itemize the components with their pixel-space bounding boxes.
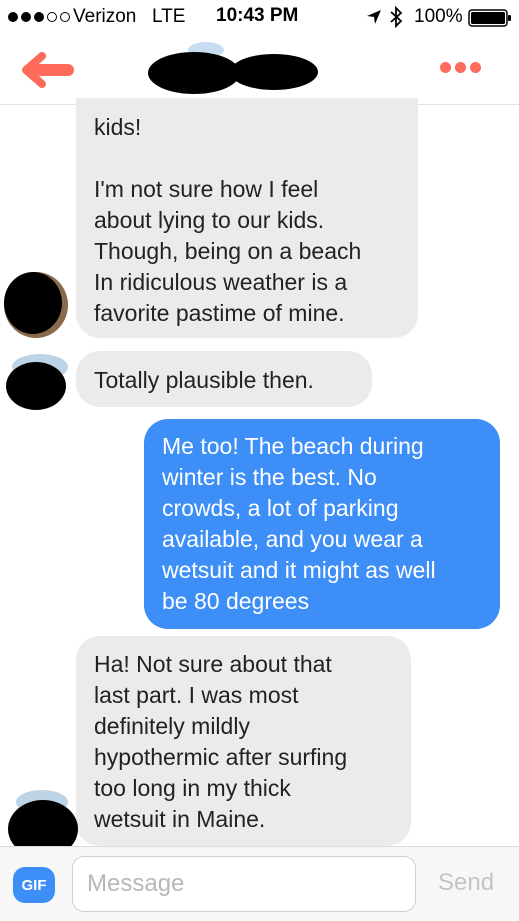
message-text: last part. I was most [94, 682, 299, 708]
gif-button[interactable]: GIF [13, 867, 55, 903]
message-text: wetsuit and it might as well [162, 557, 436, 583]
message-input[interactable] [72, 856, 416, 912]
message-text: winter is the best. No [162, 464, 377, 490]
bluetooth-icon [389, 5, 403, 34]
sender-avatar[interactable] [4, 272, 68, 338]
back-button[interactable] [22, 52, 74, 88]
message-text: about lying to our kids. [94, 207, 325, 233]
message-text: favorite pastime of mine. [94, 300, 345, 326]
match-avatar[interactable] [148, 42, 318, 94]
message-composer: GIF Send [0, 846, 519, 921]
message-text: kids! [94, 114, 142, 140]
status-time: 10:43 PM [216, 5, 299, 26]
message-text: Ha! Not sure about that [94, 651, 332, 677]
more-dots-icon [440, 62, 451, 73]
message-bubble-incoming: Ha! Not sure about that last part. I was… [76, 636, 411, 846]
location-arrow-icon [366, 9, 382, 31]
message-bubble-incoming: Totally plausible then. [76, 351, 372, 407]
message-text: wetsuit in Maine. [94, 806, 266, 832]
message-bubble-outgoing: Me too! The beach during winter is the b… [144, 419, 500, 629]
message-text: hypothermic after surfing [94, 744, 348, 770]
message-text: Me too! The beach during [162, 433, 424, 459]
send-button[interactable]: Send [438, 869, 494, 897]
message-bubble-incoming: kids! I'm not sure how I feel about lyin… [76, 98, 418, 338]
message-text: I'm not sure how I feel [94, 176, 319, 202]
signal-strength-icon [8, 12, 70, 22]
message-text: definitely mildly [94, 713, 250, 739]
network-type: LTE [152, 6, 186, 27]
carrier-name: Verizon [73, 6, 137, 27]
message-text: be 80 degrees [162, 588, 310, 614]
message-text: Totally plausible then. [94, 367, 314, 393]
sender-avatar[interactable] [6, 354, 68, 410]
message-text: crowds, a lot of parking [162, 495, 399, 521]
status-bar: Verizon LTE 10:43 PM 100% [0, 0, 519, 36]
back-arrow-icon [22, 52, 74, 88]
message-text: Though, being on a beach [94, 238, 362, 264]
battery-percentage: 100% [414, 6, 463, 27]
more-options-button[interactable] [440, 62, 481, 73]
message-text: too long in my thick [94, 775, 291, 801]
chat-header [0, 36, 519, 105]
message-text: In ridiculous weather is a [94, 269, 348, 295]
message-text: available, and you wear a [162, 526, 423, 552]
battery-icon [468, 9, 512, 33]
